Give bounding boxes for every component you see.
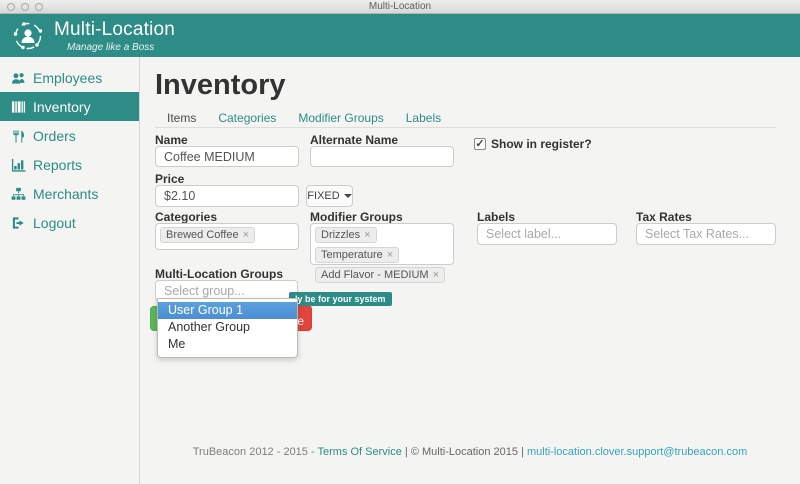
show-in-register-checkbox[interactable] — [474, 138, 486, 150]
dropdown-option-user-group-1[interactable]: User Group 1 — [158, 302, 297, 319]
support-email-link[interactable]: multi-location.clover.support@trubeacon.… — [527, 446, 747, 458]
sidebar-item-label: Merchants — [33, 185, 99, 202]
logout-icon — [12, 216, 24, 229]
dropdown-option-me[interactable]: Me — [158, 336, 297, 353]
terms-of-service-link[interactable]: Terms Of Service — [318, 446, 402, 458]
main-content: Inventory Items Categories Modifier Grou… — [140, 57, 800, 484]
sidebar-item-label: Orders — [33, 127, 76, 144]
multi-location-logo-icon — [13, 21, 43, 49]
modifier-groups-tagbox[interactable]: Drizzles Temperature Add Flavor - MEDIUM — [310, 223, 454, 283]
sidebar-item-label: Logout — [33, 214, 76, 231]
name-input[interactable] — [155, 146, 299, 167]
show-in-register-label: Show in register? — [491, 137, 592, 151]
tab-divider — [155, 127, 776, 128]
cutlery-icon — [13, 129, 25, 143]
remove-tag-icon[interactable] — [433, 269, 439, 281]
categories-tagbox[interactable]: Brewed Coffee — [155, 223, 299, 250]
remove-tag-icon[interactable] — [387, 249, 393, 261]
mac-titlebar: Multi-Location — [0, 0, 800, 14]
labels-select-input[interactable] — [477, 223, 617, 245]
tab-categories[interactable]: Categories — [218, 111, 276, 125]
modifier-tag: Temperature — [315, 247, 400, 263]
price-mode-label: FIXED — [307, 190, 340, 202]
inventory-tabs: Items Categories Modifier Groups Labels — [167, 111, 441, 125]
sidebar-item-label: Employees — [33, 69, 103, 86]
sidebar-item-logout[interactable]: Logout — [0, 208, 139, 237]
sidebar-item-label: Reports — [33, 156, 83, 173]
alternate-name-input[interactable] — [310, 146, 454, 167]
sidebar-item-label: Inventory — [33, 98, 91, 115]
sidebar-item-reports[interactable]: Reports — [0, 150, 139, 179]
app-tagline: Manage like a Boss — [67, 41, 155, 53]
price-input[interactable] — [155, 185, 299, 207]
group-dropdown-menu: User Group 1 Another Group Me — [157, 298, 298, 358]
sitemap-icon — [11, 187, 26, 200]
system-tooltip: ly be for your system — [289, 292, 392, 306]
sidebar-item-merchants[interactable]: Merchants — [0, 179, 139, 208]
categories-label: Categories — [155, 210, 218, 224]
chevron-down-icon — [343, 194, 352, 198]
sidebar-item-employees[interactable]: Employees — [0, 63, 139, 92]
labels-label: Labels — [477, 210, 516, 224]
tax-rates-select-input[interactable] — [636, 223, 776, 245]
price-mode-button[interactable]: FIXED — [306, 185, 353, 207]
tax-rates-label: Tax Rates — [636, 210, 692, 224]
bar-chart-icon — [11, 158, 26, 172]
tab-labels[interactable]: Labels — [406, 111, 441, 125]
modifier-tag: Add Flavor - MEDIUM — [315, 267, 446, 283]
name-label: Name — [155, 133, 188, 147]
multi-location-groups-label: Multi-Location Groups — [155, 267, 283, 281]
sidebar-item-orders[interactable]: Orders — [0, 121, 139, 150]
footer-copyright: TruBeacon 2012 - 2015 - — [192, 446, 318, 458]
modifier-groups-label: Modifier Groups — [310, 210, 403, 224]
tab-modifier-groups[interactable]: Modifier Groups — [298, 111, 383, 125]
remove-tag-icon[interactable] — [364, 229, 370, 241]
category-tag: Brewed Coffee — [160, 227, 256, 243]
app-window: Multi-Location Multi-Location Manage lik… — [0, 0, 800, 484]
sidebar: Employees Inventory Orders Reports Merch… — [0, 57, 140, 484]
inventory-icon — [11, 100, 26, 113]
remove-tag-icon[interactable] — [243, 229, 249, 241]
sidebar-item-inventory[interactable]: Inventory — [0, 92, 139, 121]
app-header: Multi-Location Manage like a Boss — [0, 14, 800, 57]
dropdown-option-another-group[interactable]: Another Group — [158, 319, 297, 336]
users-icon — [11, 72, 25, 84]
tab-items[interactable]: Items — [167, 111, 196, 125]
page-title: Inventory — [155, 69, 286, 101]
app-name: Multi-Location — [54, 18, 176, 40]
price-label: Price — [155, 172, 185, 186]
footer-middle-text: | © Multi-Location 2015 | — [401, 446, 527, 458]
window-title: Multi-Location — [368, 1, 432, 12]
footer: TruBeacon 2012 - 2015 - Terms Of Service… — [140, 446, 800, 458]
alternate-name-label: Alternate Name — [310, 133, 399, 147]
modifier-tag: Drizzles — [315, 227, 377, 243]
